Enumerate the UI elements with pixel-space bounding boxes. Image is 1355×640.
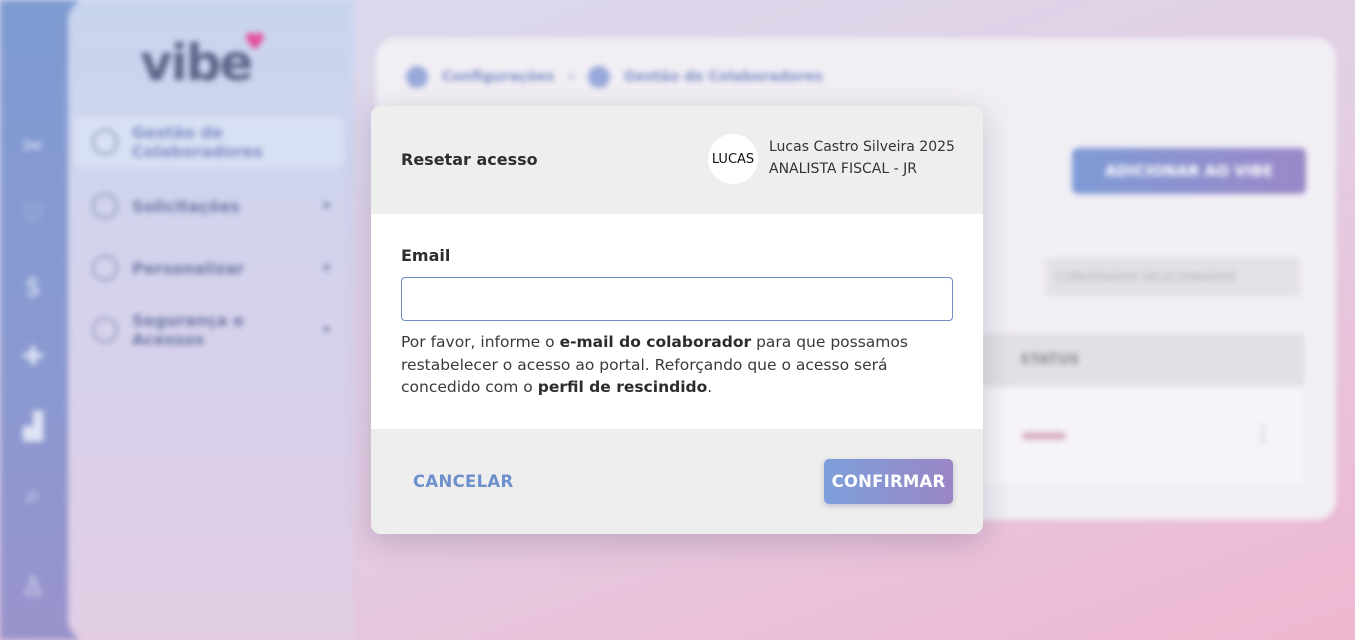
modal-header: Resetar acesso LUCAS Lucas Castro Silvei… [371,106,983,214]
status-badge [1022,432,1066,440]
add-to-vibe-button[interactable]: ADICIONAR AO VIBE [1072,148,1306,194]
email-field[interactable] [401,277,953,321]
modal-footer: CANCELAR CONFIRMAR [371,429,983,534]
sidebar-item-label: Personalizar [132,258,245,278]
lock-icon [92,317,118,343]
table-row: ⋮ [982,388,1304,484]
sidebar: vibe ♥ Gestão de Colaboradores Solicitaç… [68,0,354,640]
chart-icon[interactable]: ▟ [16,410,50,444]
confirm-button[interactable]: CONFIRMAR [824,459,953,504]
help-text: Por favor, informe o e-mail do colaborad… [401,331,961,399]
vibe-logo: vibe [140,34,253,92]
settings-icon [92,193,118,219]
help-text-part: Por favor, informe o [401,333,560,351]
more-options-icon[interactable]: ⋮ [1252,422,1274,447]
sidebar-item-label: Solicitações [132,196,240,216]
heart-shield-icon[interactable]: ♡ [16,198,50,232]
users-icon [92,129,118,155]
settings-icon [406,66,428,88]
sidebar-item-gestao[interactable]: Gestão de Colaboradores [74,116,344,168]
chevron-down-icon: ▾ [322,260,330,276]
tools-icon[interactable]: ✂ [16,130,50,164]
money-icon[interactable]: $ [16,270,50,304]
tab-selected[interactable]: CONVIDADOS SELECIONADOS [1046,258,1300,296]
email-label: Email [401,246,451,265]
search-icon[interactable]: ⌕ [16,478,50,512]
sidebar-item-solicitacoes[interactable]: Solicitações ▾ [74,180,344,232]
puzzle-icon[interactable]: ✚ [16,340,50,374]
help-text-bold: perfil de rescindido [537,378,708,396]
sidebar-item-label: Segurança e Acessos [132,311,244,349]
help-text-bold: e-mail do colaborador [559,333,752,351]
sidebar-item-personalizar[interactable]: Personalizar ▾ [74,242,344,294]
user-role: ANALISTA FISCAL - JR [769,161,917,177]
users-icon [588,66,611,88]
sidebar-item-seguranca[interactable]: Segurança e Acessos ▾ [74,304,344,356]
breadcrumb-separator: › [568,69,575,85]
edit-icon [92,255,118,281]
reset-access-modal: Resetar acesso LUCAS Lucas Castro Silvei… [371,106,983,534]
modal-title: Resetar acesso [401,150,538,169]
icon-rail: ✂ ♡ $ ✚ ▟ ⌕ ♙ [0,0,78,640]
cancel-button[interactable]: CANCELAR [401,459,525,503]
breadcrumb-item[interactable]: Configurações [442,69,554,85]
avatar: LUCAS [708,134,758,184]
chevron-down-icon: ▾ [322,198,330,214]
breadcrumb: Configurações › Gestão de Colaboradores [406,66,823,88]
chevron-down-icon: ▾ [322,322,330,338]
table-header-status: STATUS [982,334,1304,386]
sidebar-item-label: Gestão de Colaboradores [132,123,263,161]
user-name: Lucas Castro Silveira 2025 [769,139,955,155]
breadcrumb-item: Gestão de Colaboradores [624,69,823,85]
help-text-part: . [707,378,713,396]
logo-heart-icon: ♥ [244,28,266,56]
user-icon[interactable]: ♙ [16,570,50,604]
